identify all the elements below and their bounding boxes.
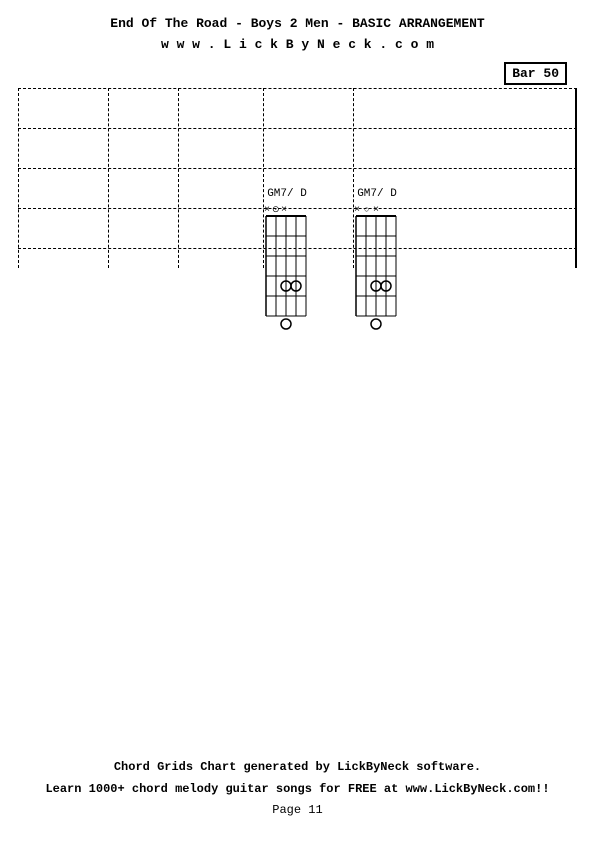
chord-diagram-1: GM7/ D × ⊙ × (261, 188, 313, 337)
chord-svg-2: × ○ × (351, 202, 403, 332)
bar-line-end (575, 88, 577, 268)
svg-text:○: ○ (364, 205, 369, 215)
h-line-1 (18, 88, 577, 89)
chord-name-2: GM7/ D (351, 188, 403, 200)
svg-text:×: × (281, 205, 287, 216)
staff-area: GM7/ D × ⊙ × (18, 88, 577, 348)
page-header: End Of The Road - Boys 2 Men - BASIC ARR… (0, 0, 595, 56)
chord-svg-1: × ⊙ × (261, 202, 313, 332)
chord-name-1: GM7/ D (261, 188, 313, 200)
svg-text:⊙: ⊙ (272, 205, 280, 215)
footer-page: Page 11 (0, 800, 595, 822)
footer-line1: Chord Grids Chart generated by LickByNec… (0, 757, 595, 779)
footer-line2: Learn 1000+ chord melody guitar songs fo… (0, 779, 595, 801)
bar-line-1 (18, 88, 19, 268)
h-line-2 (18, 128, 577, 129)
svg-text:×: × (373, 205, 379, 216)
svg-text:×: × (264, 205, 270, 216)
title: End Of The Road - Boys 2 Men - BASIC ARR… (0, 14, 595, 35)
bar-line-2 (108, 88, 109, 268)
bar-line-3 (178, 88, 179, 268)
chord-diagram-2: GM7/ D × ○ × (351, 188, 403, 337)
bar-label: Bar 50 (504, 62, 567, 85)
h-line-3 (18, 168, 577, 169)
svg-text:×: × (354, 205, 360, 216)
website: w w w . L i c k B y N e c k . c o m (0, 35, 595, 56)
page-footer: Chord Grids Chart generated by LickByNec… (0, 757, 595, 822)
